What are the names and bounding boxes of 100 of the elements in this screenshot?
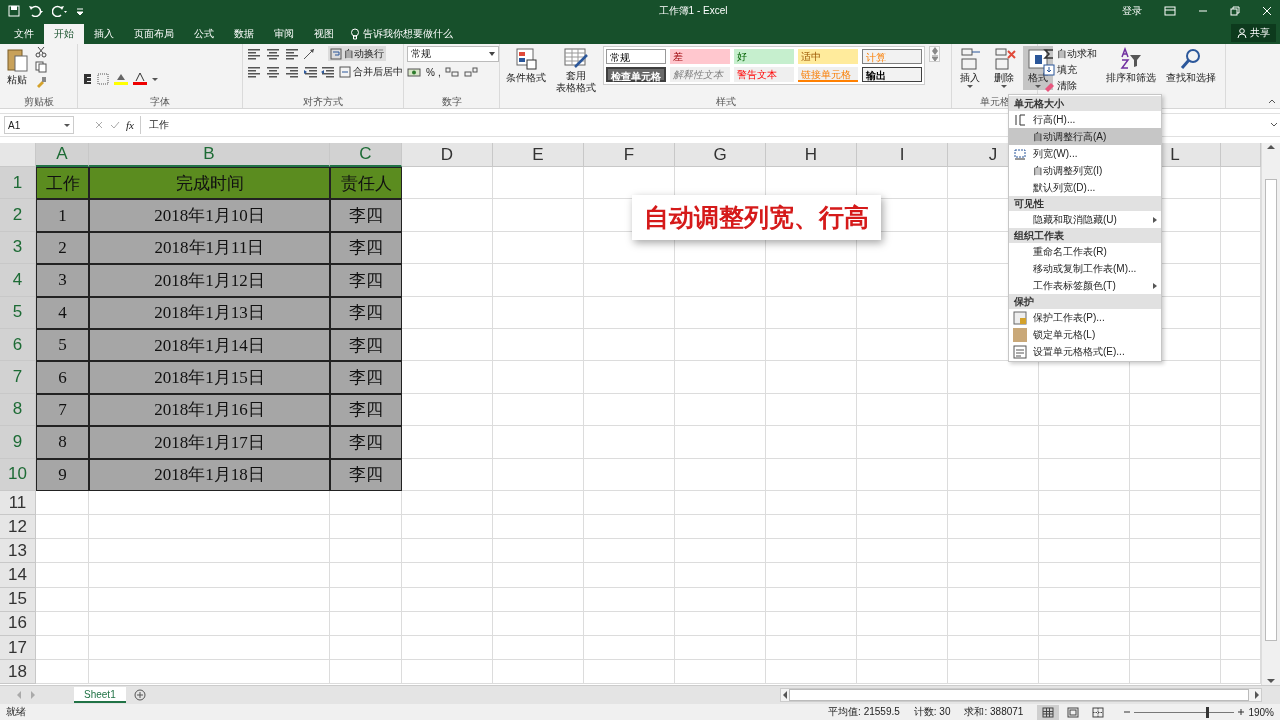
grid-cell[interactable] xyxy=(493,515,584,540)
grid-cell[interactable] xyxy=(36,611,89,637)
grid-cell[interactable] xyxy=(493,328,584,362)
grid-cell[interactable] xyxy=(766,264,857,297)
grid-cell[interactable] xyxy=(402,167,493,200)
grid-cell[interactable] xyxy=(766,328,857,362)
ribbon-tab[interactable]: 数据 xyxy=(224,24,264,44)
menu-item[interactable]: 设置单元格格式(E)... xyxy=(1009,343,1161,360)
row-header[interactable]: 12 xyxy=(0,515,36,540)
grid-cell[interactable] xyxy=(330,515,402,540)
grid-cell[interactable] xyxy=(402,231,493,265)
grid-cell[interactable] xyxy=(584,264,675,297)
grid-cell[interactable] xyxy=(948,458,1039,491)
grid-cell[interactable] xyxy=(857,515,948,540)
grid-cell[interactable] xyxy=(89,636,330,661)
grid-cell[interactable] xyxy=(675,611,766,637)
grid-cell[interactable] xyxy=(1039,458,1130,491)
ribbon-tab[interactable]: 公式 xyxy=(184,24,224,44)
grid-cell[interactable] xyxy=(857,660,948,685)
sort-filter-button[interactable]: 排序和筛选 xyxy=(1103,46,1159,84)
sign-in-link[interactable]: 登录 xyxy=(1122,4,1142,18)
grid-cell[interactable] xyxy=(675,563,766,588)
row-header[interactable]: 18 xyxy=(0,660,36,685)
row-header[interactable]: 15 xyxy=(0,587,36,612)
grid-cell[interactable] xyxy=(1130,539,1221,564)
column-header[interactable]: A xyxy=(36,143,89,167)
row-header[interactable]: 1 xyxy=(0,167,36,200)
ribbon-tab[interactable]: 页面布局 xyxy=(124,24,184,44)
grid-cell[interactable] xyxy=(1130,587,1221,612)
conditional-format-button[interactable]: 条件格式 xyxy=(503,46,549,84)
grid-cell[interactable] xyxy=(675,587,766,612)
grid-cell[interactable] xyxy=(330,539,402,564)
grid-cell[interactable] xyxy=(493,539,584,564)
column-header[interactable]: B xyxy=(89,143,330,167)
grid-cell[interactable] xyxy=(402,199,493,232)
grid-cell[interactable] xyxy=(1039,426,1130,459)
grid-cell[interactable] xyxy=(857,587,948,612)
grid-cell[interactable] xyxy=(36,660,89,685)
grid-cell[interactable] xyxy=(1130,426,1221,459)
grid-cell[interactable] xyxy=(948,539,1039,564)
grid-cell[interactable] xyxy=(493,636,584,661)
grid-cell[interactable] xyxy=(402,515,493,540)
row-header[interactable]: 9 xyxy=(0,426,36,459)
grid-cell[interactable] xyxy=(584,611,675,637)
grid-cell[interactable] xyxy=(766,490,857,516)
grid-cell[interactable] xyxy=(493,563,584,588)
format-as-table-button[interactable]: 套用 表格格式 xyxy=(553,46,599,94)
grid-cell[interactable] xyxy=(948,563,1039,588)
grid-cell[interactable] xyxy=(766,296,857,329)
grid-cell[interactable] xyxy=(402,361,493,394)
grid-cell[interactable] xyxy=(1130,515,1221,540)
grid-cell[interactable] xyxy=(675,426,766,459)
row-header[interactable]: 16 xyxy=(0,611,36,637)
menu-item[interactable]: 锁定单元格(L) xyxy=(1009,326,1161,343)
menu-item[interactable]: 自动调整行高(A) xyxy=(1009,128,1161,145)
grid-cell[interactable] xyxy=(766,393,857,427)
grid-cell[interactable] xyxy=(1039,636,1130,661)
grid-cell[interactable] xyxy=(675,296,766,329)
ribbon-tab[interactable]: 视图 xyxy=(304,24,344,44)
row-header[interactable]: 7 xyxy=(0,361,36,394)
row-header[interactable]: 4 xyxy=(0,264,36,297)
grid-cell[interactable] xyxy=(584,660,675,685)
grid-cell[interactable] xyxy=(330,611,402,637)
grid-cell[interactable] xyxy=(36,490,89,516)
menu-item[interactable]: 重命名工作表(R) xyxy=(1009,243,1161,260)
vertical-scrollbar[interactable] xyxy=(1261,143,1280,685)
grid-cell[interactable] xyxy=(766,611,857,637)
grid-cell[interactable] xyxy=(857,426,948,459)
name-box[interactable]: A1 xyxy=(4,116,74,134)
grid-cell[interactable] xyxy=(1039,539,1130,564)
zoom-level[interactable]: 190% xyxy=(1248,706,1274,718)
gallery-scrollbar[interactable] xyxy=(929,46,940,62)
grid-cell[interactable] xyxy=(675,393,766,427)
comma-style-button[interactable]: , xyxy=(437,66,441,78)
grid-cell[interactable] xyxy=(857,296,948,329)
ribbon-tab[interactable]: 文件 xyxy=(4,24,44,44)
view-button[interactable] xyxy=(1037,704,1060,720)
grid-cell[interactable] xyxy=(493,587,584,612)
grid-cell[interactable] xyxy=(36,587,89,612)
select-all-corner[interactable] xyxy=(0,143,36,167)
grid-cell[interactable] xyxy=(89,515,330,540)
grid-cell[interactable] xyxy=(857,328,948,362)
column-header[interactable]: C xyxy=(330,143,402,167)
grid-cell[interactable] xyxy=(493,426,584,459)
grid-cell[interactable] xyxy=(948,426,1039,459)
grid-cell[interactable] xyxy=(675,490,766,516)
grid-cell[interactable] xyxy=(89,660,330,685)
grid-cell[interactable] xyxy=(948,490,1039,516)
grid-cell[interactable] xyxy=(584,587,675,612)
grid-cell[interactable] xyxy=(402,611,493,637)
grid-cell[interactable] xyxy=(330,636,402,661)
grid-cell[interactable] xyxy=(402,328,493,362)
share-button[interactable]: 共享 xyxy=(1231,24,1276,42)
grid-cell[interactable] xyxy=(948,515,1039,540)
grid-cell[interactable] xyxy=(766,563,857,588)
grid-cell[interactable] xyxy=(402,426,493,459)
grid-cell[interactable] xyxy=(36,636,89,661)
row-header[interactable]: 6 xyxy=(0,328,36,362)
grid-cell[interactable] xyxy=(330,587,402,612)
horizontal-scrollbar[interactable] xyxy=(780,688,1262,702)
